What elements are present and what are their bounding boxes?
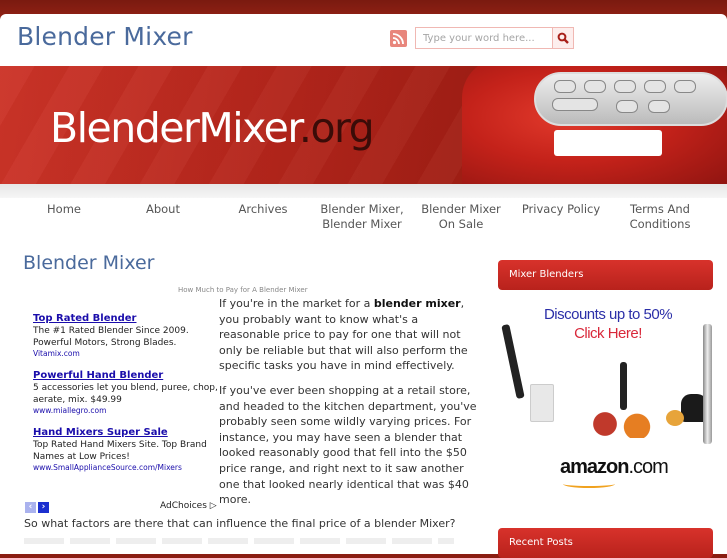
- post-title[interactable]: Blender Mixer: [23, 252, 154, 274]
- adchoices-link[interactable]: AdChoices ▷: [160, 501, 217, 511]
- article-paragraph: So what factors are there that can influ…: [24, 517, 456, 530]
- ad-url[interactable]: Vitamix.com: [33, 349, 218, 359]
- amazon-smile-icon: [563, 480, 615, 488]
- banner-shadow-band: [0, 184, 727, 198]
- image-caption: How Much to Pay for A Blender Mixer: [178, 286, 308, 294]
- hand-blender-image: [620, 362, 627, 410]
- amazon-logo: amazon.com: [560, 456, 669, 478]
- cup-image: [530, 384, 554, 422]
- banner-logo: BlenderMixer.org: [50, 104, 375, 152]
- nav-about[interactable]: About: [114, 202, 212, 217]
- main-nav: Home About Archives Blender Mixer, Blend…: [15, 202, 727, 242]
- search-box: [415, 27, 574, 49]
- nav-terms-and-conditions[interactable]: Terms And Conditions: [611, 202, 709, 232]
- ad-title-link[interactable]: Powerful Hand Blender: [33, 369, 218, 382]
- nav-home[interactable]: Home: [15, 202, 113, 217]
- widget-title-recent-posts: Recent Posts: [498, 528, 713, 558]
- ad-text: 5 accessories let you blend, puree, chop…: [33, 383, 218, 405]
- accessories-image: [581, 410, 661, 438]
- nav-privacy-policy[interactable]: Privacy Policy: [512, 202, 610, 217]
- blender-display: [554, 130, 662, 156]
- ad-prev-button[interactable]: ‹: [25, 502, 36, 513]
- blender-control-panel: [534, 72, 727, 126]
- ad-text: Top Rated Hand Mixers Site. Top Brand Na…: [33, 440, 207, 462]
- search-icon: [557, 32, 569, 44]
- ad-url[interactable]: www.SmallApplianceSource.com/Mixers: [33, 463, 218, 473]
- ad-text: The #1 Rated Blender Since 2009. Powerfu…: [33, 326, 189, 348]
- ad-item: Powerful Hand Blender 5 accessories let …: [33, 369, 218, 416]
- ad-item: Top Rated Blender The #1 Rated Blender S…: [33, 312, 218, 359]
- ad-title-link[interactable]: Hand Mixers Super Sale: [33, 426, 218, 439]
- nav-blender-mixer-on-sale[interactable]: Blender Mixer On Sale: [412, 202, 510, 232]
- keyword-link: blender mixer: [373, 297, 461, 310]
- ad-block: Top Rated Blender The #1 Rated Blender S…: [33, 312, 218, 483]
- nav-archives[interactable]: Archives: [214, 202, 312, 217]
- article-paragraph: If you're in the market for a blender mi…: [219, 297, 468, 373]
- article-body: If you're in the market for a blender mi…: [219, 296, 477, 517]
- fruit-image: [666, 410, 684, 426]
- hand-blender-image: [703, 324, 712, 444]
- article-paragraph: If you've ever been shopping at a retail…: [219, 383, 477, 507]
- header-banner[interactable]: BlenderMixer.org: [0, 66, 727, 184]
- promo-click-here: Click Here!: [574, 325, 642, 342]
- rss-icon[interactable]: [390, 30, 407, 47]
- amazon-promo-banner[interactable]: Discounts up to 50% Click Here! amazon.c…: [501, 302, 713, 492]
- ad-title-link[interactable]: Top Rated Blender: [33, 312, 218, 325]
- nav-blender-mixer[interactable]: Blender Mixer, Blender Mixer: [313, 202, 411, 232]
- ad-next-button[interactable]: ›: [38, 502, 49, 513]
- widget-title-mixer-blenders: Mixer Blenders: [498, 260, 713, 290]
- blender-image: [462, 66, 727, 184]
- next-paragraph-cutoff: [24, 538, 454, 544]
- search-button[interactable]: [552, 28, 573, 48]
- ad-item: Hand Mixers Super Sale Top Rated Hand Mi…: [33, 426, 218, 473]
- promo-discount-text: Discounts up to 50%: [543, 306, 673, 323]
- site-title[interactable]: Blender Mixer: [17, 22, 193, 51]
- ad-url[interactable]: www.miallegro.com: [33, 406, 218, 416]
- search-input[interactable]: [416, 28, 551, 48]
